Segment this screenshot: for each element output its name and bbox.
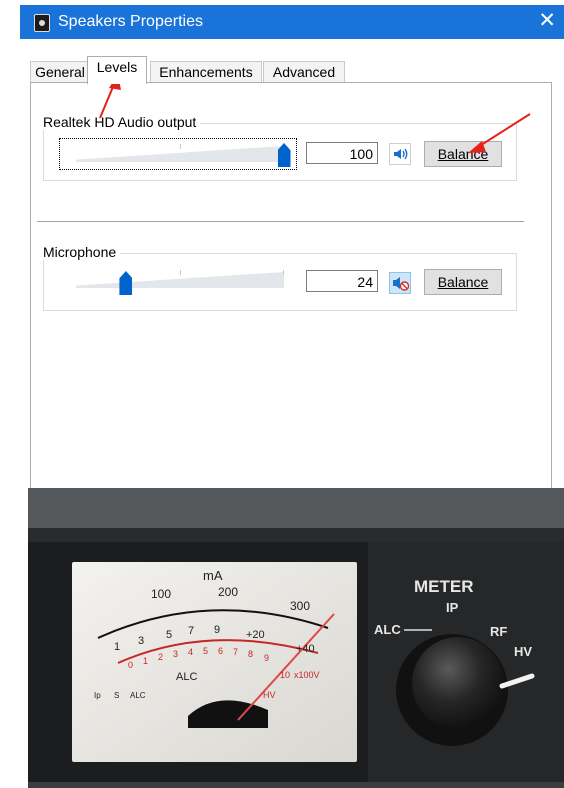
annotation-arrows (99, 74, 531, 153)
scale-black-label: +40 (296, 643, 315, 655)
scale-black-label: 5 (166, 629, 172, 641)
track-tick (283, 270, 284, 275)
scale-red-suffix: x100V (294, 670, 320, 680)
group-divider (37, 221, 524, 222)
scale-red-label: 4 (188, 647, 193, 657)
speaker-muted-glyph (393, 277, 410, 291)
meter-photo-drawing: mA 100 200 300 1 3 5 7 9 +20 +40 0 1 2 3… (28, 488, 564, 788)
scale-top-label: 200 (218, 585, 238, 599)
arrow-to-balance-button (468, 113, 531, 153)
switch-position-label: IP (446, 600, 459, 615)
meter-unit: mA (203, 568, 223, 583)
bottom-label: Ip (94, 691, 101, 700)
scale-black-label: +20 (246, 629, 265, 641)
balance-label: Balance (437, 274, 489, 290)
microphone-level-group: Microphone 24 Balance (43, 244, 517, 311)
speaker-muted-icon[interactable] (389, 272, 411, 294)
microphone-balance-button[interactable]: Balance (424, 269, 502, 295)
microphone-volume-track[interactable] (76, 270, 284, 288)
scale-black-label: 7 (188, 625, 194, 637)
scale-red-label: 7 (233, 647, 238, 657)
switch-position-label: RF (490, 624, 507, 639)
scale-red-label: 10 (280, 670, 290, 680)
scale-red-label: 3 (173, 649, 178, 659)
track-tick (180, 270, 181, 275)
scale-red-label: 6 (218, 646, 223, 656)
scale-black-label: 9 (214, 624, 220, 636)
scale-top-label: 300 (290, 599, 310, 613)
scale-red-label: 8 (248, 649, 253, 659)
scale-black-label: 1 (114, 641, 120, 653)
scale-red-label: 0 (128, 660, 133, 670)
switch-position-label: HV (514, 644, 532, 659)
bottom-label: ALC (130, 691, 146, 700)
bottom-label: S (114, 691, 119, 700)
scale-black-label: 3 (138, 635, 144, 647)
scale-top-label: 100 (151, 587, 171, 601)
scale-red-label: 1 (143, 656, 148, 666)
meter-panel-title: METER (414, 577, 474, 596)
microphone-label: Microphone (43, 244, 121, 260)
scale-red-label: 2 (158, 652, 163, 662)
meter-photo: mA 100 200 300 1 3 5 7 9 +20 +40 0 1 2 3… (28, 488, 564, 788)
alc-scale-label: ALC (176, 671, 197, 683)
tab-levels[interactable]: Levels (87, 56, 147, 84)
scale-red-label: 9 (264, 653, 269, 663)
switch-position-label: ALC (374, 622, 401, 637)
hv-label: HV (263, 690, 276, 700)
microphone-volume-value[interactable]: 24 (306, 270, 378, 292)
scale-red-label: 5 (203, 646, 208, 656)
